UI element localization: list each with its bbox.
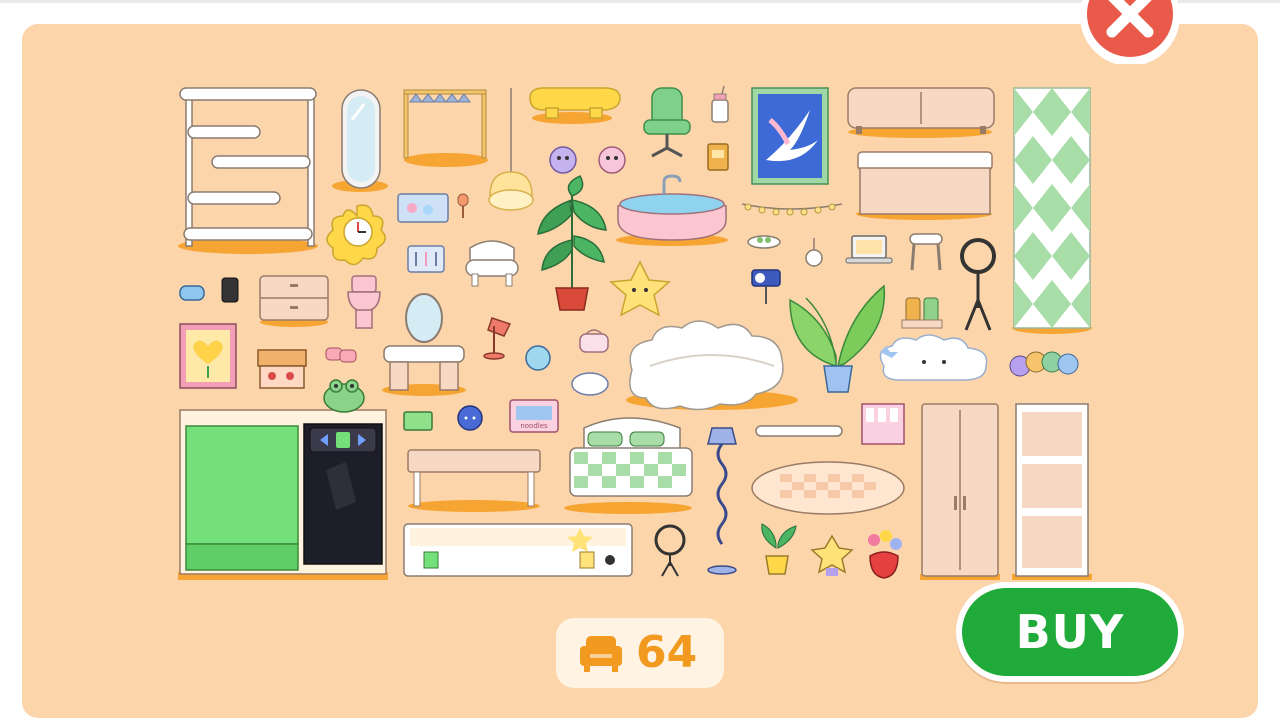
pendant-lamp-icon xyxy=(488,88,534,211)
gamepad-icon xyxy=(179,285,205,301)
bookcase-icon xyxy=(1012,403,1092,580)
item-count-value: 64 xyxy=(636,627,698,678)
selfie-ring-light-icon xyxy=(654,524,686,577)
nightstand-icon xyxy=(259,275,329,327)
armchair-icon xyxy=(580,636,622,672)
small-plant-icon xyxy=(761,523,797,575)
wavy-floor-lamp-icon xyxy=(707,427,737,575)
bathtub-icon xyxy=(616,174,728,246)
mic-icon xyxy=(457,193,469,218)
slippers-icon xyxy=(325,347,357,363)
blueberry-plush-icon xyxy=(457,405,483,431)
clothes-rack-icon xyxy=(403,89,488,167)
green-checkered-bed-icon xyxy=(564,417,693,514)
aquarium-cabinet-icon xyxy=(178,409,388,580)
phone-icon xyxy=(221,277,239,303)
armchair-white-icon xyxy=(465,240,519,287)
noodle-tv-cabinet-icon: noodles xyxy=(509,399,559,433)
vanity-table-icon xyxy=(382,293,466,396)
handbag-icon xyxy=(579,329,609,353)
alarm-clock-icon xyxy=(525,345,551,371)
shelf-unit-icon xyxy=(178,87,318,254)
tissue-box-icon xyxy=(403,411,433,431)
checkered-curtain-icon xyxy=(1012,87,1092,334)
item-count-badge: 64 xyxy=(556,618,724,688)
cloud-plush-icon xyxy=(571,372,609,396)
floor-mirror-icon xyxy=(332,89,388,192)
framed-bird-art-icon xyxy=(751,87,829,185)
star-plush-icon xyxy=(810,534,854,576)
buy-button-label: BUY xyxy=(1015,605,1125,659)
plush-toy-icon xyxy=(549,146,626,174)
buy-button[interactable]: BUY xyxy=(956,582,1184,682)
caterpillar-plush-icon xyxy=(1009,351,1079,377)
desk-lamp-icon xyxy=(483,317,512,360)
makeup-case-icon xyxy=(407,245,445,273)
wall-shelf-icon xyxy=(755,425,843,437)
low-sideboard-icon xyxy=(847,87,995,138)
close-icon xyxy=(1080,0,1180,66)
toilet-icon xyxy=(347,275,381,329)
star-tv-bench-icon xyxy=(403,523,633,577)
bottles-box-icon xyxy=(861,403,905,445)
wardrobe-icon xyxy=(920,403,1000,580)
string-lights-icon xyxy=(741,203,843,216)
bulb-icon xyxy=(805,238,823,267)
drinks-icon xyxy=(901,297,943,329)
snack-plate-icon xyxy=(747,235,781,249)
buy-button-face: BUY xyxy=(962,588,1178,676)
tall-plant-icon xyxy=(789,284,886,393)
cloud-sofa-icon xyxy=(626,320,798,411)
strawberry-flower-pot-icon xyxy=(868,530,902,579)
stool-icon xyxy=(909,233,943,271)
frog-plush-icon xyxy=(323,379,365,413)
book-icon xyxy=(707,143,729,171)
close-button[interactable] xyxy=(1074,0,1188,66)
gaming-chair-icon xyxy=(643,87,691,158)
laptop-icon xyxy=(845,235,893,264)
toy-chest-icon xyxy=(257,349,307,389)
tumbler-icon xyxy=(711,85,729,123)
cloud-coffee-table-icon xyxy=(529,87,621,124)
camera-icon xyxy=(751,269,781,304)
storage-bench-icon xyxy=(856,151,993,220)
cloud-rug-icon xyxy=(879,334,988,381)
storage-box-icon xyxy=(397,193,449,223)
star-wall-light-icon xyxy=(609,260,671,317)
coffee-table-icon xyxy=(407,449,541,512)
round-checkered-rug-icon xyxy=(751,461,905,515)
potted-plant-icon xyxy=(537,175,607,311)
noodles-label: noodles xyxy=(520,422,548,430)
ring-light-tripod-icon xyxy=(960,238,996,331)
framed-heart-art-icon xyxy=(179,323,237,389)
flower-wall-clock-icon xyxy=(326,204,386,266)
